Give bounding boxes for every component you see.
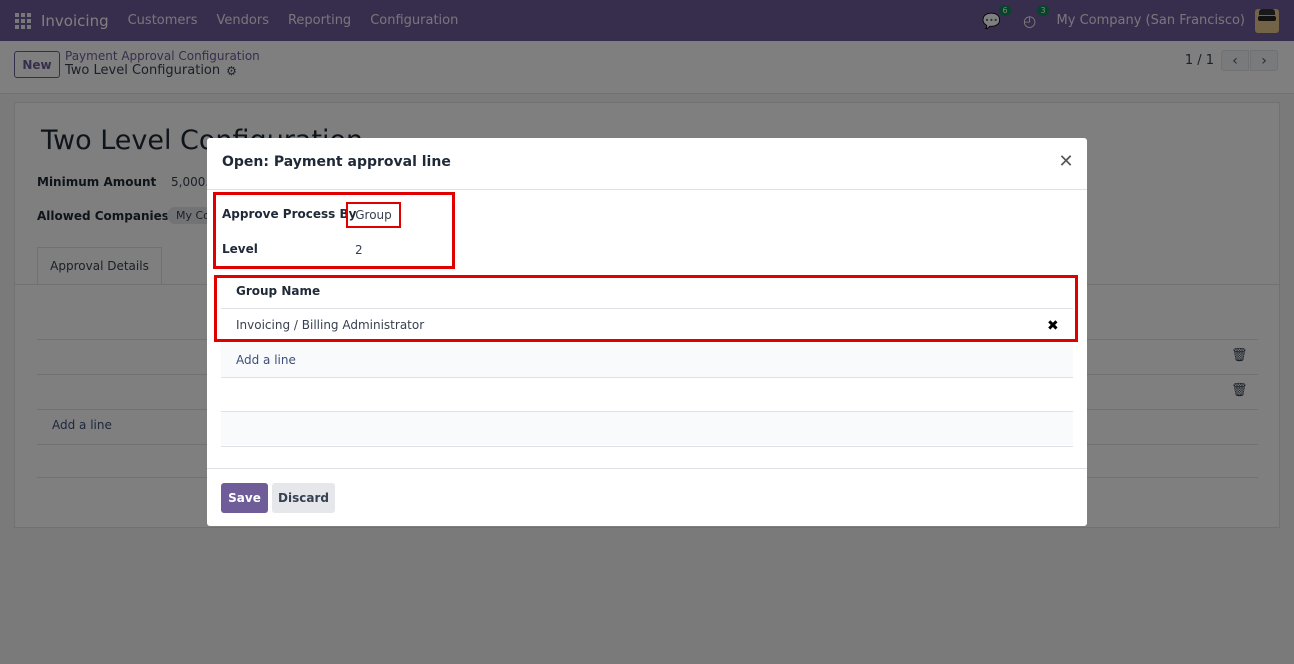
approve-process-value: Group	[355, 208, 392, 222]
discard-button[interactable]: Discard	[272, 483, 335, 513]
row-divider	[221, 308, 1073, 309]
level-input[interactable]: 2	[355, 243, 363, 257]
modal-title: Open: Payment approval line	[222, 154, 451, 170]
add-line-row	[221, 343, 1073, 377]
approve-process-label: Approve Process By	[222, 207, 357, 221]
column-header-group-name[interactable]: Group Name	[236, 284, 320, 298]
approval-line-dialog: Open: Payment approval line ✕ Approve Pr…	[207, 138, 1087, 526]
close-icon[interactable]: ✕	[1057, 153, 1075, 171]
highlight-box-fields	[213, 192, 455, 269]
modal-footer: Save Discard	[207, 468, 1087, 526]
empty-row	[221, 412, 1073, 445]
row-divider	[221, 377, 1073, 378]
add-line-link[interactable]: Add a line	[236, 353, 296, 367]
modal-header: Open: Payment approval line ✕	[207, 138, 1087, 190]
approve-process-select[interactable]: Group	[346, 202, 401, 228]
level-label: Level	[222, 242, 258, 256]
save-button[interactable]: Save	[221, 483, 268, 513]
row-divider	[221, 446, 1073, 447]
table-row-group-name[interactable]: Invoicing / Billing Administrator	[236, 318, 424, 332]
remove-row-icon[interactable]: ✖	[1047, 318, 1059, 334]
